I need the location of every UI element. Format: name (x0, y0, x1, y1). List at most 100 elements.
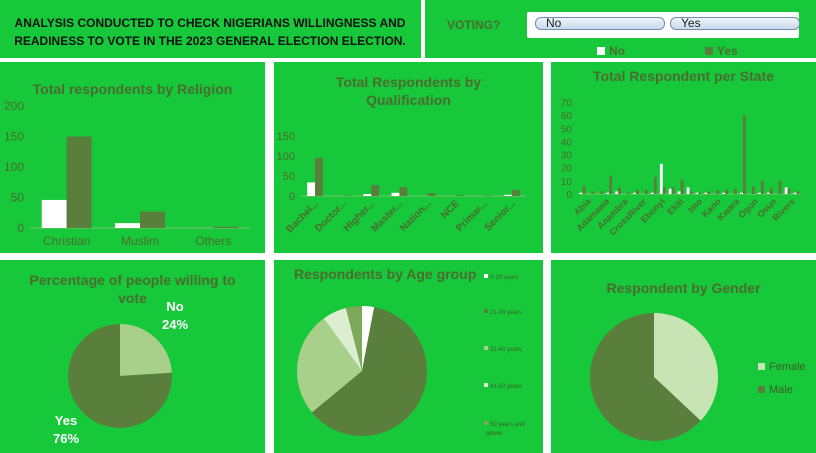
bar-yes (716, 190, 720, 194)
pie-value-yes: 76% (53, 431, 79, 446)
bar-no (740, 192, 744, 194)
bar-no (41, 199, 67, 228)
bar-yes (787, 188, 791, 194)
legend-swatch (484, 274, 488, 278)
legend-swatch-yes (705, 47, 713, 55)
religion-bar-chart: 0 50 100 150 200 Christian Muslim Others (4, 99, 250, 248)
legend-label: 50 years and (490, 422, 525, 428)
bar-no (677, 191, 681, 194)
legend-swatch (758, 386, 765, 393)
bar-no (704, 192, 708, 194)
y-tick-label: 0 (17, 221, 24, 235)
legend-swatch (484, 309, 488, 313)
legend-label: 21-30 years (490, 310, 522, 316)
x-tick-label: Ogun (736, 196, 760, 220)
bar-no (606, 192, 610, 194)
legend-swatch (484, 383, 488, 387)
bar-yes (427, 193, 436, 196)
voting-slicer-label: VOTING? (447, 18, 501, 32)
bar-no (615, 191, 619, 194)
slicer-option-no[interactable]: No (535, 17, 665, 30)
y-tick-label: 0 (566, 190, 572, 201)
bar-no (766, 192, 770, 194)
dashboard-title: ANALYSIS CONDUCTED TO CHECK NIGERIANS WI… (14, 16, 406, 48)
bar-no (784, 187, 788, 194)
bar-yes (600, 191, 604, 194)
bar-yes (627, 192, 630, 194)
bar-yes (455, 195, 464, 196)
x-tick-label: Senior... (483, 198, 518, 233)
legend-swatch (758, 363, 765, 370)
y-tick-label: 50 (561, 124, 573, 135)
bar-no (650, 192, 654, 194)
bar-yes (399, 187, 408, 196)
bar-yes (671, 187, 675, 194)
state-bar-chart: 010203040506070AbiaAdamawaAnambraCrossRi… (561, 98, 801, 237)
bar-yes (609, 175, 613, 194)
legend-swatch (484, 421, 488, 425)
y-tick-label: 40 (561, 137, 573, 148)
y-tick-label: 100 (277, 151, 295, 163)
x-tick-label: Others (195, 234, 231, 248)
y-tick-label: 150 (4, 130, 24, 144)
age-chart-panel: Respondents by Age group 0-20 years 21-30… (274, 260, 543, 453)
y-tick-label: 20 (561, 164, 573, 175)
slicer-option-yes[interactable]: Yes (670, 17, 800, 30)
bar-yes (653, 176, 657, 194)
bar-yes (725, 190, 729, 194)
voting-slicer: No Yes (527, 12, 800, 38)
y-tick-label: 30 (561, 151, 573, 162)
x-tick-label: Christian (43, 234, 90, 248)
bar-yes (680, 179, 684, 194)
bar-no (307, 182, 316, 196)
voting-slicer-panel: VOTING? No Yes No Yes (425, 0, 816, 58)
age-pie-chart: 0-20 years 21-30 years 31-40 years 41-50 ye… (297, 274, 525, 437)
x-tick-label: Kwara (715, 196, 742, 223)
bar-yes (315, 158, 323, 196)
y-tick-label: 50 (11, 191, 25, 205)
bar-no (793, 192, 797, 194)
religion-chart-panel: Total respondents by Religion 0 50 100 150 2… (0, 62, 265, 253)
bar-yes (769, 187, 773, 194)
bar-no (363, 194, 372, 196)
gender-pie-chart: Female Male (590, 313, 806, 441)
bar-no (722, 192, 726, 194)
qualification-bar-chart: 050100150Bachel...Doctor...Higher...Mast… (277, 131, 526, 235)
bar-yes (213, 226, 239, 228)
legend-label: Male (769, 384, 793, 396)
bar-no (695, 192, 699, 194)
bar-yes (511, 190, 520, 196)
bar-yes (751, 186, 755, 194)
qualification-chart-panel: Total Respondents by Qualification 0 50 10… (274, 62, 543, 253)
bar-no (758, 192, 761, 194)
bar-yes (707, 191, 711, 194)
willing-chart-panel: Percentage of people willing to vote No 2… (0, 260, 265, 453)
legend-label: above (486, 431, 503, 437)
x-tick-label: Muslim (121, 234, 159, 248)
legend-no: No (597, 44, 625, 58)
legend-label: Female (769, 361, 806, 373)
bar-yes (734, 188, 737, 194)
bar-yes (689, 191, 693, 194)
bar-no (115, 223, 140, 228)
bar-yes (371, 185, 380, 196)
x-tick-label: Ekiti (665, 196, 686, 217)
bar-no (686, 187, 690, 194)
legend-label: 41-50 years (490, 384, 522, 390)
bar-no (579, 192, 583, 194)
gender-chart-panel: Respondent by Gender Female Male (551, 260, 816, 453)
bar-yes (591, 191, 595, 194)
bar-no (633, 192, 636, 194)
bar-yes (743, 115, 746, 194)
bar-no (668, 188, 672, 194)
legend-swatch-no (597, 47, 605, 55)
bar-yes (635, 190, 639, 194)
bar-yes (618, 187, 621, 194)
bar-no (504, 194, 512, 196)
bar-yes (796, 191, 800, 194)
bar-yes (582, 186, 586, 194)
willing-pie-chart: No 24% Yes 76% (53, 299, 188, 446)
bar-yes (644, 190, 648, 194)
bar-no (659, 163, 663, 194)
bar-no (391, 192, 400, 196)
